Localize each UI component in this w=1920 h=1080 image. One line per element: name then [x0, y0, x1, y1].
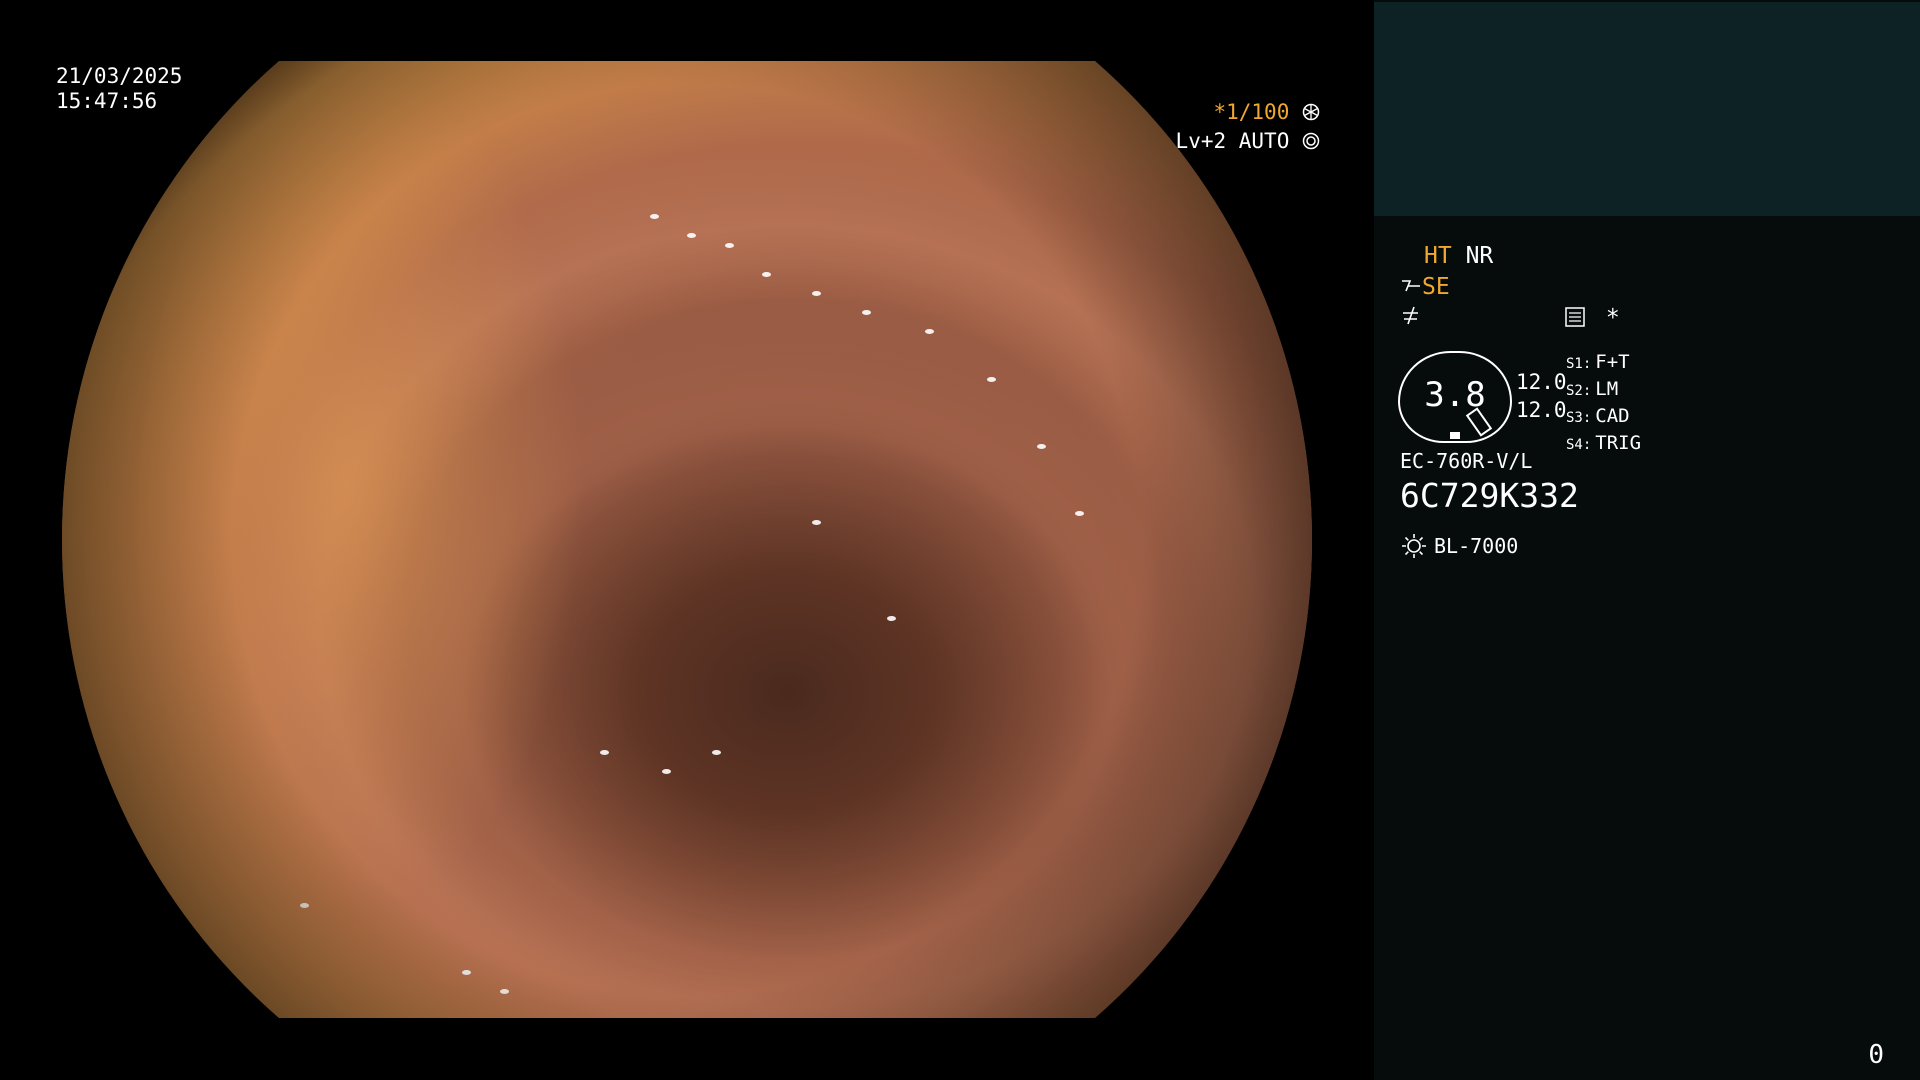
record-star: *: [1605, 305, 1620, 331]
shutter-speed: 1/100: [1226, 100, 1290, 124]
auto-iris-icon: [1302, 132, 1320, 150]
switch-s3: S3: CAD: [1566, 405, 1630, 427]
shutter-dial-icon: [1302, 103, 1320, 121]
flex-row: [1400, 305, 1422, 331]
frame-counter: 0: [1868, 1040, 1884, 1070]
lens-vignette: [62, 61, 1312, 1018]
zoom-tool-icon: [1402, 280, 1420, 292]
gauge-value: 3.8: [1424, 375, 1486, 415]
switch-assignments: S1: F+T S2: LM S3: CAD S4: TRIG: [1566, 350, 1641, 458]
light-source-row: BL-7000: [1400, 532, 1518, 560]
shutter-row: *1/100: [1176, 98, 1320, 127]
record-row: *: [1564, 305, 1620, 331]
image-mode-row: HT NR: [1424, 243, 1493, 269]
date-time-readout: 21/03/2025 15:47:56: [56, 64, 182, 114]
level-row: Lv+2 AUTO: [1176, 127, 1320, 156]
info-panel: HT NR SE * 3.8 12.0 12.0 S1: F+T S2: LM S3…: [1374, 0, 1920, 1080]
light-source-icon: [1402, 534, 1426, 558]
light-source-model: BL-7000: [1434, 534, 1519, 558]
switch-s4: S4: TRIG: [1566, 432, 1642, 454]
date-text: 21/03/2025: [56, 64, 183, 88]
mode-nr: NR: [1465, 243, 1494, 269]
scope-model: EC-760R-V/L: [1400, 449, 1533, 473]
mode-se: SE: [1422, 274, 1450, 300]
scope-serial: 6C729K332: [1400, 476, 1579, 515]
time-text: 15:47:56: [56, 89, 158, 113]
switch-s2: S2: LM: [1566, 378, 1619, 400]
exposure-readout: *1/100 Lv+2 AUTO: [1176, 98, 1320, 156]
pressure-bottom: 12.0: [1516, 398, 1567, 422]
endoscope-image: [62, 22, 1312, 1057]
brightness-level: Lv+2 AUTO: [1175, 129, 1290, 153]
gauge-tick: [1450, 432, 1460, 439]
endoscope-video-area: 21/03/2025 15:47:56 *1/100 Lv+2 AUTO: [0, 0, 1374, 1080]
pressure-top: 12.0: [1516, 370, 1567, 394]
shutter-prefix: *: [1213, 100, 1227, 124]
flex-icon: [1403, 306, 1418, 325]
preview-box: [1374, 2, 1920, 216]
switch-s1: S1: F+T: [1566, 351, 1630, 373]
record-menu-icon: [1565, 307, 1585, 327]
mode-ht: HT: [1424, 243, 1452, 269]
se-row: SE: [1400, 274, 1450, 300]
gauge: 3.8: [1398, 351, 1512, 443]
